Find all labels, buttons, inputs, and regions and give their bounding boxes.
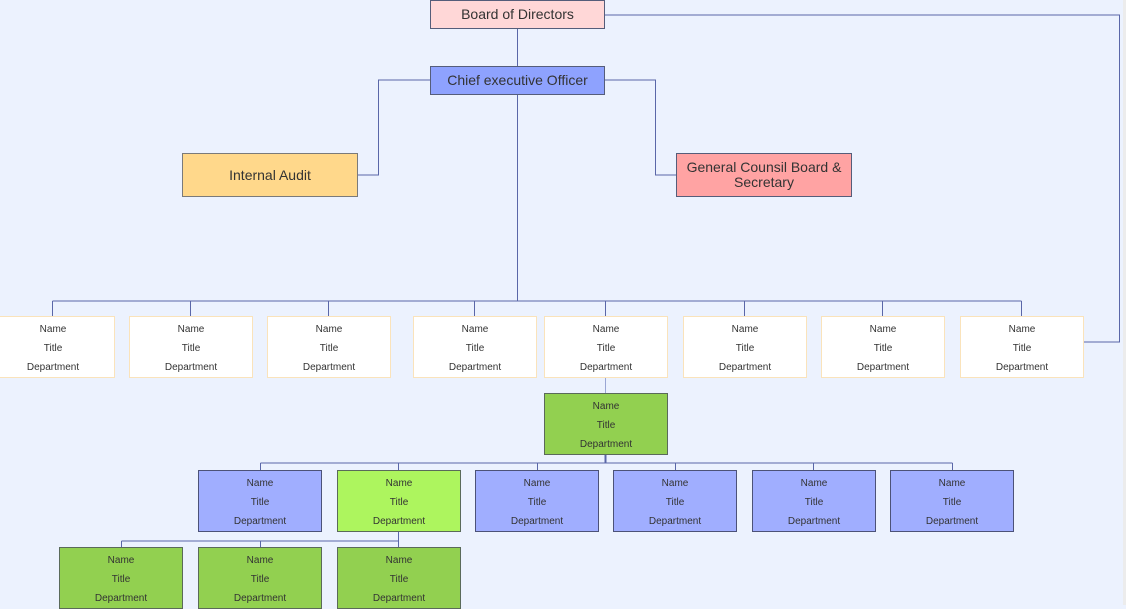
card-title: Title — [181, 343, 201, 354]
card-title: Title — [319, 343, 339, 354]
ceo-label: Chief executive Officer — [447, 72, 588, 88]
card-title: Title — [804, 497, 824, 508]
card-department: Department — [579, 362, 633, 373]
card-title: Title — [873, 343, 893, 354]
level4-card-3[interactable]: Name Title Department — [337, 547, 461, 609]
card-title: Title — [389, 497, 409, 508]
card-name: Name — [385, 555, 413, 566]
board-label: Board of Directors — [461, 6, 574, 22]
level3-card-3[interactable]: Name Title Department — [475, 470, 599, 532]
card-department: Department — [372, 593, 426, 604]
level4-card-1[interactable]: Name Title Department — [59, 547, 183, 609]
card-name: Name — [523, 478, 551, 489]
card-name: Name — [246, 478, 274, 489]
card-name: Name — [731, 324, 759, 335]
level1-card-2[interactable]: Name Title Department — [129, 316, 253, 378]
level3-card-1[interactable]: Name Title Department — [198, 470, 322, 532]
card-department: Department — [579, 439, 633, 450]
card-name: Name — [869, 324, 897, 335]
card-title: Title — [942, 497, 962, 508]
level1-card-4[interactable]: Name Title Department — [413, 316, 537, 378]
card-name: Name — [246, 555, 274, 566]
internal-audit-node[interactable]: Internal Audit — [182, 153, 358, 197]
card-department: Department — [925, 516, 979, 527]
card-title: Title — [43, 343, 63, 354]
card-title: Title — [250, 497, 270, 508]
level1-card-3[interactable]: Name Title Department — [267, 316, 391, 378]
card-name: Name — [177, 324, 205, 335]
card-title: Title — [596, 420, 616, 431]
general-counsel-label: General Counsil Board & Secretary — [686, 159, 842, 190]
org-chart-canvas[interactable]: Board of Directors Chief executive Offic… — [0, 0, 1126, 609]
level1-card-7[interactable]: Name Title Department — [821, 316, 945, 378]
card-department: Department — [94, 593, 148, 604]
card-department: Department — [233, 593, 287, 604]
card-title: Title — [735, 343, 755, 354]
card-title: Title — [389, 574, 409, 585]
card-name: Name — [800, 478, 828, 489]
card-name: Name — [385, 478, 413, 489]
card-department: Department — [787, 516, 841, 527]
level1-card-6[interactable]: Name Title Department — [683, 316, 807, 378]
card-title: Title — [527, 497, 547, 508]
card-name: Name — [661, 478, 689, 489]
card-title: Title — [465, 343, 485, 354]
card-department: Department — [233, 516, 287, 527]
card-title: Title — [1012, 343, 1032, 354]
card-department: Department — [372, 516, 426, 527]
card-department: Department — [448, 362, 502, 373]
level3-card-5[interactable]: Name Title Department — [752, 470, 876, 532]
level3-card-6[interactable]: Name Title Department — [890, 470, 1014, 532]
card-department: Department — [26, 362, 80, 373]
level2-card-1[interactable]: Name Title Department — [544, 393, 668, 455]
card-title: Title — [596, 343, 616, 354]
card-name: Name — [39, 324, 67, 335]
level1-card-1[interactable]: Name Title Department — [0, 316, 115, 378]
connector-ceo-audit — [357, 79, 430, 176]
card-department: Department — [302, 362, 356, 373]
internal-audit-label: Internal Audit — [229, 166, 311, 183]
board-of-directors-node[interactable]: Board of Directors — [430, 0, 605, 29]
level1-card-5[interactable]: Name Title Department — [544, 316, 668, 378]
card-name: Name — [315, 324, 343, 335]
card-name: Name — [107, 555, 135, 566]
card-name: Name — [592, 401, 620, 412]
card-department: Department — [164, 362, 218, 373]
card-title: Title — [665, 497, 685, 508]
card-name: Name — [461, 324, 489, 335]
level4-card-2[interactable]: Name Title Department — [198, 547, 322, 609]
card-department: Department — [995, 362, 1049, 373]
card-name: Name — [592, 324, 620, 335]
connector-ceo-counsel — [604, 79, 677, 176]
card-name: Name — [938, 478, 966, 489]
card-department: Department — [718, 362, 772, 373]
card-department: Department — [648, 516, 702, 527]
level3-card-2[interactable]: Name Title Department — [337, 470, 461, 532]
card-title: Title — [250, 574, 270, 585]
level3-card-4[interactable]: Name Title Department — [613, 470, 737, 532]
card-name: Name — [1008, 324, 1036, 335]
card-department: Department — [510, 516, 564, 527]
ceo-node[interactable]: Chief executive Officer — [430, 66, 605, 95]
general-counsel-node[interactable]: General Counsil Board & Secretary — [676, 153, 852, 197]
card-title: Title — [111, 574, 131, 585]
level1-card-8[interactable]: Name Title Department — [960, 316, 1084, 378]
card-department: Department — [856, 362, 910, 373]
